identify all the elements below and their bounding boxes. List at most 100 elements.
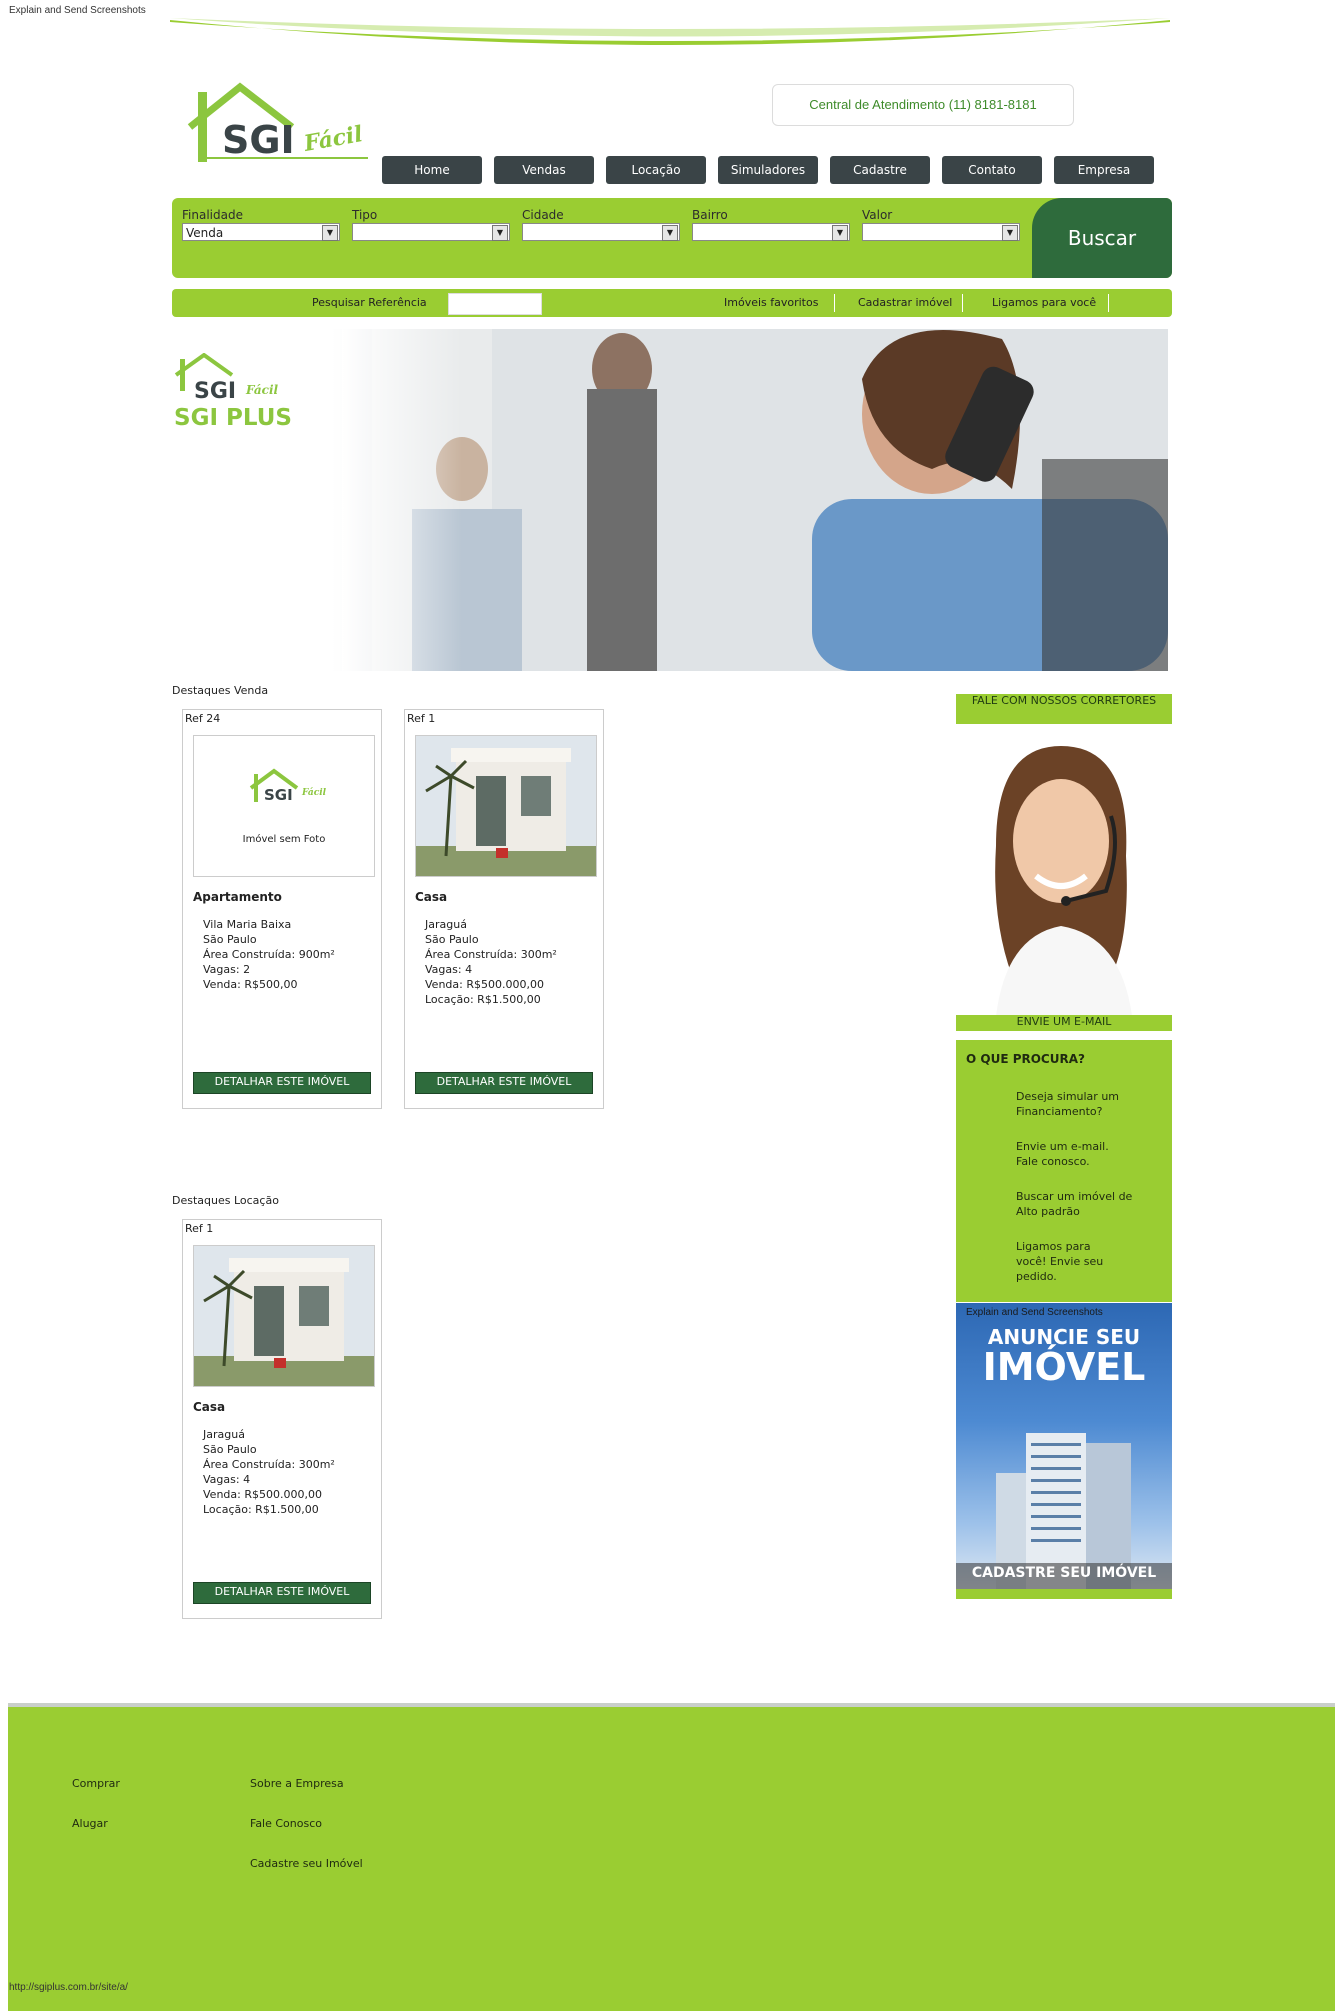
tipo-label: Tipo (352, 208, 378, 222)
hero-photo (342, 329, 1168, 671)
listing-no-photo[interactable]: SGI Fácil Imóvel sem Foto (193, 735, 375, 877)
listing-card: Ref 24 SGI Fácil Imóvel sem Foto Apartam… (182, 709, 382, 1109)
house-photo (194, 1246, 374, 1386)
listing-photo[interactable] (415, 735, 597, 877)
bairro-select[interactable]: ▼ (692, 223, 850, 241)
footer: Comprar Alugar Sobre a Empresa Fale Cono… (8, 1703, 1335, 2011)
no-photo-script: Fácil (302, 788, 327, 798)
listing-ref: Ref 1 (185, 1222, 214, 1235)
cidade-label: Cidade (522, 208, 564, 222)
nav-empresa[interactable]: Empresa (1054, 156, 1154, 184)
listing-type: Apartamento (193, 890, 282, 904)
chevron-down-icon: ▼ (1002, 225, 1018, 241)
anuncie-cta[interactable]: CADASTRE SEU IMÓVEL (956, 1565, 1172, 1581)
listing-line: Área Construída: 900m² (203, 948, 335, 961)
tipo-select[interactable]: ▼ (352, 223, 510, 241)
listing-info: Jaraguá São Paulo Área Construída: 300m²… (203, 1427, 335, 1517)
link-ligamos[interactable]: Ligamos para você (992, 296, 1096, 309)
detalhar-button[interactable]: DETALHAR ESTE IMÓVEL (193, 1582, 371, 1604)
valor-label: Valor (862, 208, 893, 222)
banner-script: Fácil (246, 383, 279, 397)
footer-link-fale[interactable]: Fale Conosco (250, 1817, 322, 1830)
listing-photo[interactable] (193, 1245, 375, 1387)
anuncie-bottom-strip (956, 1589, 1172, 1599)
valor-field: Valor ▼ (862, 208, 1022, 241)
chevron-down-icon: ▼ (832, 225, 848, 241)
listing-line: Locação: R$1.500,00 (203, 1503, 319, 1516)
nav-vendas[interactable]: Vendas (494, 156, 594, 184)
listing-line: Vagas: 4 (425, 963, 473, 976)
listing-card: Ref 1 Casa Jaraguá São Paulo Área Constr… (404, 709, 604, 1109)
divider (1108, 294, 1109, 312)
link-envie-email[interactable]: Envie um e-mail. Fale conosco. (1016, 1139, 1116, 1169)
link-ligamos[interactable]: Ligamos para você! Envie seu pedido. (1016, 1239, 1116, 1284)
listing-ref: Ref 24 (185, 712, 221, 725)
listing-type: Casa (193, 1400, 226, 1414)
o-que-procura-panel: O QUE PROCURA? Deseja simular um Financi… (956, 1040, 1172, 1302)
corretora-photo[interactable] (956, 726, 1172, 1016)
finalidade-label: Finalidade (182, 208, 243, 222)
finalidade-value: Venda (186, 226, 224, 240)
agent-photo (956, 726, 1172, 1016)
buscar-button[interactable]: Buscar (1032, 198, 1172, 278)
nav-home[interactable]: Home (382, 156, 482, 184)
valor-select[interactable]: ▼ (862, 223, 1020, 241)
phone-box: Central de Atendimento (11) 8181-8181 (772, 84, 1074, 126)
link-favoritos[interactable]: Imóveis favoritos (724, 296, 818, 309)
site-logo[interactable]: SGI Fácil (182, 82, 372, 172)
header-swoosh (170, 18, 1170, 45)
ref-search-input[interactable] (448, 293, 542, 315)
top-caption: Explain and Send Screenshots (9, 5, 146, 16)
bairro-field: Bairro ▼ (692, 208, 852, 241)
listing-info: Jaraguá São Paulo Área Construída: 300m²… (425, 917, 557, 1007)
detalhar-button[interactable]: DETALHAR ESTE IMÓVEL (415, 1072, 593, 1094)
listing-ref: Ref 1 (407, 712, 436, 725)
detalhar-button[interactable]: DETALHAR ESTE IMÓVEL (193, 1072, 371, 1094)
bairro-label: Bairro (692, 208, 728, 222)
listing-line: São Paulo (425, 933, 479, 946)
footer-link-cadastre[interactable]: Cadastre seu Imóvel (250, 1857, 363, 1870)
finalidade-select[interactable]: Venda ▼ (182, 223, 340, 241)
banner-subtitle: SGI PLUS (174, 405, 292, 431)
destaques-locacao-title: Destaques Locação (172, 1194, 279, 1207)
listing-line: Locação: R$1.500,00 (425, 993, 541, 1006)
listing-line: Jaraguá (203, 1428, 245, 1441)
destaques-venda-title: Destaques Venda (172, 684, 269, 697)
chevron-down-icon: ▼ (322, 225, 338, 241)
nav-cadastre[interactable]: Cadastre (830, 156, 930, 184)
sub-toolbar: Pesquisar Referência Imóveis favoritos C… (172, 289, 1172, 317)
link-simular-financiamento[interactable]: Deseja simular um Financiamento? (1016, 1089, 1146, 1119)
anuncie-caption: Explain and Send Screenshots (966, 1307, 1103, 1318)
chevron-down-icon: ▼ (492, 225, 508, 241)
ref-search-label: Pesquisar Referência (312, 296, 427, 309)
listing-line: Venda: R$500.000,00 (203, 1488, 322, 1501)
link-alto-padrao[interactable]: Buscar um imóvel de Alto padrão (1016, 1189, 1136, 1219)
listing-line: Vila Maria Baixa (203, 918, 292, 931)
footer-link-comprar[interactable]: Comprar (72, 1777, 120, 1790)
nav-contato[interactable]: Contato (942, 156, 1042, 184)
listing-line: Venda: R$500.000,00 (425, 978, 544, 991)
anuncie-banner[interactable]: Explain and Send Screenshots ANUNCIE SEU… (956, 1303, 1172, 1599)
tipo-field: Tipo ▼ (352, 208, 512, 241)
nav-locacao[interactable]: Locação (606, 156, 706, 184)
listing-line: São Paulo (203, 933, 257, 946)
no-photo-brand: SGI (264, 786, 293, 804)
listing-type: Casa (415, 890, 448, 904)
fale-corretores-header: FALE COM NOSSOS CORRETORES (956, 694, 1172, 724)
footer-link-sobre[interactable]: Sobre a Empresa (250, 1777, 344, 1790)
search-bar: Finalidade Venda ▼ Tipo ▼ Cidade ▼ Bairro… (172, 198, 1172, 278)
no-photo-text: Imóvel sem Foto (242, 834, 326, 845)
envie-email-link[interactable]: ENVIE UM E-MAIL (956, 1015, 1172, 1031)
cidade-select[interactable]: ▼ (522, 223, 680, 241)
footer-link-alugar[interactable]: Alugar (72, 1817, 108, 1830)
listing-line: Venda: R$500,00 (203, 978, 298, 991)
house-photo (416, 736, 596, 876)
cidade-field: Cidade ▼ (522, 208, 682, 241)
chevron-down-icon: ▼ (662, 225, 678, 241)
link-cadastrar-imovel[interactable]: Cadastrar imóvel (858, 296, 952, 309)
hero-banner: SGI Fácil SGI PLUS (172, 329, 1168, 671)
nav-simuladores[interactable]: Simuladores (718, 156, 818, 184)
listing-line: São Paulo (203, 1443, 257, 1456)
finalidade-field: Finalidade Venda ▼ (182, 208, 342, 241)
divider (834, 294, 835, 312)
